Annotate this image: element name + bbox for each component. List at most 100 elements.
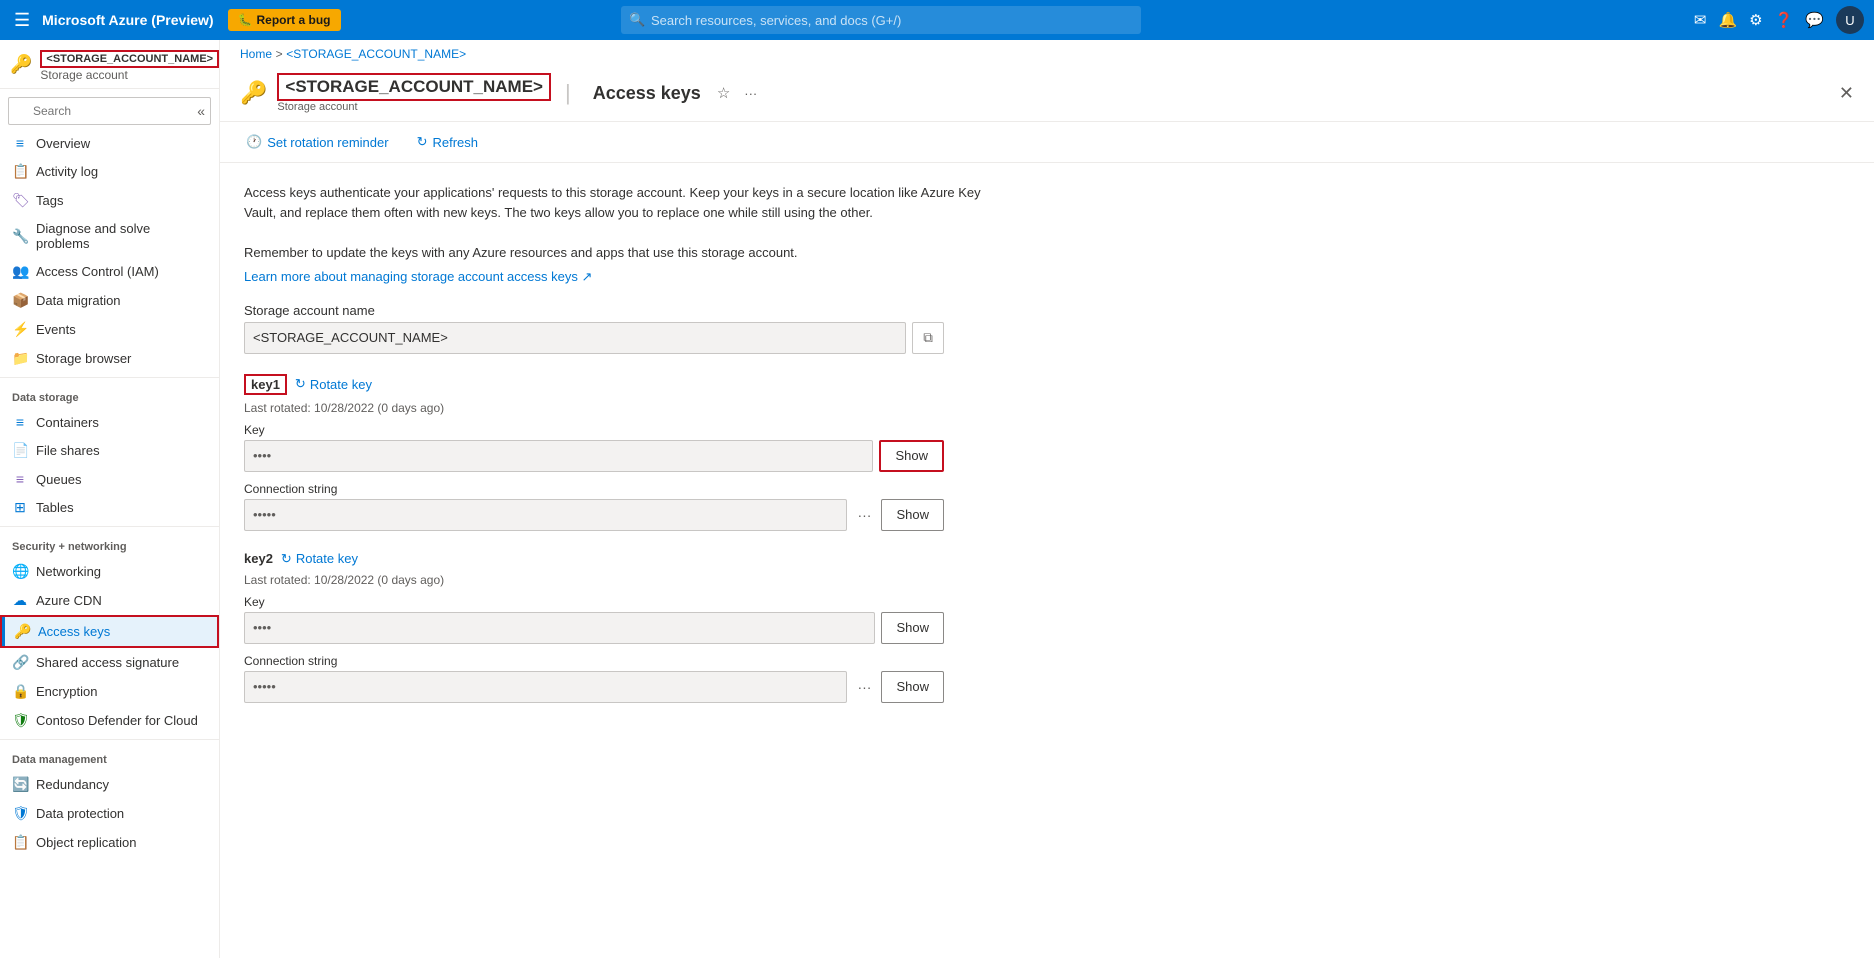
sidebar-item-label: Encryption: [36, 684, 97, 699]
sidebar-item-defender[interactable]: 🛡 Contoso Defender for Cloud: [0, 706, 219, 735]
sidebar-search-input[interactable]: [8, 97, 211, 125]
sidebar-item-label: Networking: [36, 564, 101, 579]
key2-connection-input[interactable]: [244, 671, 847, 703]
sidebar-item-object-replication[interactable]: 📋 Object replication: [0, 828, 219, 857]
encryption-icon: 🔒: [12, 683, 28, 700]
sidebar-item-redundancy[interactable]: 🔄 Redundancy: [0, 770, 219, 799]
defender-icon: 🛡: [12, 712, 28, 729]
sidebar-security-items: 🌐 Networking ☁ Azure CDN 🔑 Access keys 🔗…: [0, 557, 219, 735]
key1-key-input[interactable]: [244, 440, 873, 472]
sidebar-item-overview[interactable]: ≡ Overview: [0, 129, 219, 157]
sidebar-item-label: Shared access signature: [36, 655, 179, 670]
key1-label: key1: [244, 374, 287, 395]
sidebar-item-fileshares[interactable]: 📄 File shares: [0, 436, 219, 465]
info-text-2: Remember to update the keys with any Azu…: [244, 243, 1004, 263]
tags-icon: 🏷: [12, 192, 28, 209]
avatar[interactable]: U: [1836, 6, 1864, 34]
topbar-icons: ✉ 🔔 ⚙ ❓ 💬 U: [1694, 6, 1864, 34]
copy-account-name-button[interactable]: ⧉: [912, 322, 944, 354]
close-button[interactable]: ✕: [1839, 83, 1854, 104]
key1-connection-label: Connection string: [244, 482, 944, 496]
events-icon: ⚡: [12, 321, 28, 338]
hamburger-icon[interactable]: ☰: [10, 6, 34, 35]
key1-show-connection-button[interactable]: Show: [881, 499, 944, 531]
breadcrumb-home[interactable]: Home: [240, 47, 272, 61]
storage-account-name-row: ⧉: [244, 322, 944, 354]
redundancy-icon: 🔄: [12, 776, 28, 793]
key2-show-key-button[interactable]: Show: [881, 612, 944, 644]
sidebar-item-containers[interactable]: ≡ Containers: [0, 408, 219, 436]
key1-connection-input[interactable]: [244, 499, 847, 531]
app-title: Microsoft Azure (Preview): [42, 12, 213, 28]
refresh-button[interactable]: ↻ Refresh: [411, 130, 484, 154]
set-rotation-reminder-button[interactable]: 🕐 Set rotation reminder: [240, 130, 395, 154]
key2-rotate-button[interactable]: ↻ Rotate key: [281, 551, 358, 567]
sidebar-resource-header: 🔑 <STORAGE_ACCOUNT_NAME> Storage account: [0, 40, 219, 89]
sidebar-item-storage-browser[interactable]: 📁 Storage browser: [0, 344, 219, 373]
page-header: 🔑 <STORAGE_ACCOUNT_NAME> Storage account…: [220, 61, 1874, 122]
key1-last-rotated: Last rotated: 10/28/2022 (0 days ago): [244, 401, 944, 415]
sidebar-item-label: File shares: [36, 443, 100, 458]
global-search-input[interactable]: [621, 6, 1141, 34]
storage-browser-icon: 📁: [12, 350, 28, 367]
sidebar-search-wrap: 🔍 «: [0, 89, 219, 129]
networking-icon: 🌐: [12, 563, 28, 580]
rotate-key1-icon: ↻: [295, 376, 306, 392]
content-area: Access keys authenticate your applicatio…: [220, 163, 1874, 958]
sidebar-item-sas[interactable]: 🔗 Shared access signature: [0, 648, 219, 677]
key1-show-key-button[interactable]: Show: [879, 440, 944, 472]
more-options-icon[interactable]: ···: [744, 86, 757, 101]
sidebar-collapse-icon[interactable]: «: [197, 103, 205, 119]
main-layout: 🔑 <STORAGE_ACCOUNT_NAME> Storage account…: [0, 40, 1874, 958]
sidebar-item-azure-cdn[interactable]: ☁ Azure CDN: [0, 586, 219, 615]
sidebar-resource-subtitle: Storage account: [40, 68, 219, 82]
clock-icon: 🕐: [246, 134, 262, 150]
key2-key-input[interactable]: [244, 612, 875, 644]
sas-icon: 🔗: [12, 654, 28, 671]
breadcrumb-account[interactable]: <STORAGE_ACCOUNT_NAME>: [286, 47, 466, 61]
resource-icon: 🔑: [10, 54, 32, 78]
key1-section: key1 ↻ Rotate key Last rotated: 10/28/20…: [244, 374, 944, 531]
storage-account-name-section: Storage account name ⧉: [244, 303, 944, 354]
sidebar-item-iam[interactable]: 👥 Access Control (IAM): [0, 257, 219, 286]
sidebar-datastorage-items: ≡ Containers 📄 File shares ≡ Queues ⊞ Ta…: [0, 408, 219, 522]
key1-header: key1 ↻ Rotate key: [244, 374, 944, 395]
sidebar-item-data-protection[interactable]: 🛡 Data protection: [0, 799, 219, 828]
page-header-section: Home > <STORAGE_ACCOUNT_NAME> 🔑 <STORAGE…: [220, 40, 1874, 122]
favorite-icon[interactable]: ☆: [717, 84, 730, 102]
sidebar-general-items: ≡ Overview 📋 Activity log 🏷 Tags 🔧 Diagn…: [0, 129, 219, 373]
storage-account-name-input[interactable]: [244, 322, 906, 354]
sidebar-item-label: Object replication: [36, 835, 136, 850]
sidebar-item-diagnose[interactable]: 🔧 Diagnose and solve problems: [0, 215, 219, 257]
email-icon[interactable]: ✉: [1694, 11, 1707, 29]
sidebar-item-queues[interactable]: ≡ Queues: [0, 465, 219, 493]
feedback-icon[interactable]: 💬: [1805, 11, 1824, 29]
sidebar-item-events[interactable]: ⚡ Events: [0, 315, 219, 344]
key2-connection-row: ··· Show: [244, 671, 944, 703]
object-replication-icon: 📋: [12, 834, 28, 851]
sidebar-item-networking[interactable]: 🌐 Networking: [0, 557, 219, 586]
sidebar-resource-name: <STORAGE_ACCOUNT_NAME>: [40, 50, 219, 68]
sidebar-item-activity-log[interactable]: 📋 Activity log: [0, 157, 219, 186]
sidebar-datamanagement-items: 🔄 Redundancy 🛡 Data protection 📋 Object …: [0, 770, 219, 857]
resource-name-highlighted: <STORAGE_ACCOUNT_NAME>: [277, 73, 551, 101]
sidebar-item-access-keys[interactable]: 🔑 Access keys: [0, 615, 219, 648]
fileshares-icon: 📄: [12, 442, 28, 459]
key2-connection-more-icon[interactable]: ···: [853, 679, 875, 695]
key1-connection-more-icon[interactable]: ···: [853, 507, 875, 523]
sidebar-item-migration[interactable]: 📦 Data migration: [0, 286, 219, 315]
learn-more-link[interactable]: Learn more about managing storage accoun…: [244, 269, 592, 284]
notifications-icon[interactable]: 🔔: [1718, 11, 1737, 29]
sidebar-item-label: Access Control (IAM): [36, 264, 159, 279]
info-text-1: Access keys authenticate your applicatio…: [244, 183, 1004, 222]
sidebar-item-tags[interactable]: 🏷 Tags: [0, 186, 219, 215]
settings-icon[interactable]: ⚙: [1749, 11, 1762, 29]
key2-show-connection-button[interactable]: Show: [881, 671, 944, 703]
sidebar-item-label: Events: [36, 322, 76, 337]
help-icon[interactable]: ❓: [1775, 11, 1794, 29]
sidebar-item-encryption[interactable]: 🔒 Encryption: [0, 677, 219, 706]
sidebar-item-tables[interactable]: ⊞ Tables: [0, 493, 219, 522]
report-bug-button[interactable]: 🐛 Report a bug: [228, 9, 341, 31]
key1-rotate-button[interactable]: ↻ Rotate key: [295, 376, 372, 392]
topbar: ☰ Microsoft Azure (Preview) 🐛 Report a b…: [0, 0, 1874, 40]
